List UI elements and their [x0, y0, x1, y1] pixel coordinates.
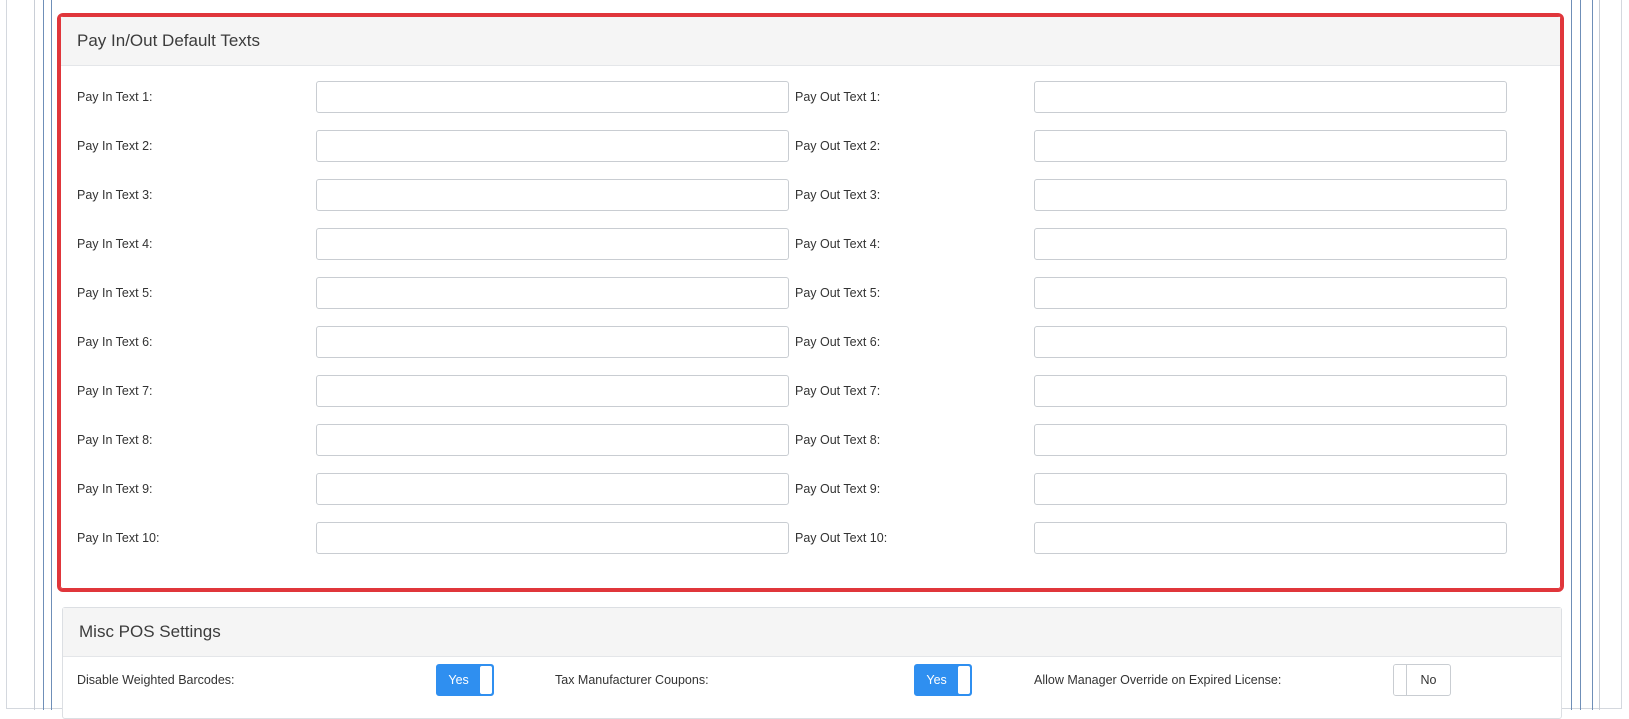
pay-text-row: Pay In Text 10: Pay Out Text 10: [61, 522, 1560, 556]
pay-text-row: Pay In Text 2: Pay Out Text 2: [61, 130, 1560, 164]
pay-text-row: Pay In Text 7: Pay Out Text 7: [61, 375, 1560, 409]
pay-text-row: Pay In Text 9: Pay Out Text 9: [61, 473, 1560, 507]
pay-out-label: Pay Out Text 4: [795, 237, 881, 251]
pay-in-label: Pay In Text 9: [77, 482, 153, 496]
pay-out-label: Pay Out Text 8: [795, 433, 881, 447]
frame-divider [1571, 0, 1572, 710]
pay-out-label: Pay Out Text 6: [795, 335, 881, 349]
misc-setting-toggle[interactable]: No [1393, 664, 1451, 696]
pay-text-row: Pay In Text 8: Pay Out Text 8: [61, 424, 1560, 458]
misc-setting-toggle[interactable]: Yes [436, 664, 494, 696]
misc-setting-label: Disable Weighted Barcodes: [77, 673, 235, 687]
toggle-knob [1394, 665, 1407, 695]
pay-in-text-input[interactable] [316, 326, 789, 358]
misc-setting-label: Tax Manufacturer Coupons: [555, 673, 709, 687]
pay-in-label: Pay In Text 5: [77, 286, 153, 300]
pay-out-label: Pay Out Text 3: [795, 188, 881, 202]
pay-in-text-input[interactable] [316, 473, 789, 505]
pay-out-label: Pay Out Text 9: [795, 482, 881, 496]
pay-text-row: Pay In Text 6: Pay Out Text 6: [61, 326, 1560, 360]
pay-out-text-input[interactable] [1034, 375, 1507, 407]
pay-text-row: Pay In Text 4: Pay Out Text 4: [61, 228, 1560, 262]
pay-out-text-input[interactable] [1034, 130, 1507, 162]
pay-out-text-input[interactable] [1034, 326, 1507, 358]
panel-title: Pay In/Out Default Texts [61, 17, 1560, 66]
pay-in-text-input[interactable] [316, 424, 789, 456]
frame-divider [1592, 0, 1593, 710]
frame-divider [34, 0, 35, 710]
pay-text-row: Pay In Text 5: Pay Out Text 5: [61, 277, 1560, 311]
pay-out-text-input[interactable] [1034, 424, 1507, 456]
misc-pos-settings-panel: Misc POS Settings Disable Weighted Barco… [62, 607, 1562, 719]
toggle-label: Yes [448, 673, 469, 687]
toggle-knob [958, 666, 970, 694]
misc-setting-label: Allow Manager Override on Expired Licens… [1034, 673, 1282, 687]
pay-in-text-input[interactable] [316, 179, 789, 211]
pay-out-label: Pay Out Text 7: [795, 384, 881, 398]
pay-in-label: Pay In Text 10: [77, 531, 160, 545]
frame-divider [1580, 0, 1581, 710]
pay-out-text-input[interactable] [1034, 522, 1507, 554]
pay-in-text-input[interactable] [316, 130, 789, 162]
pay-text-row: Pay In Text 1: Pay Out Text 1: [61, 81, 1560, 115]
pay-in-label: Pay In Text 6: [77, 335, 153, 349]
pay-in-text-input[interactable] [316, 522, 789, 554]
pay-in-label: Pay In Text 7: [77, 384, 153, 398]
toggle-knob [480, 666, 492, 694]
toggle-label: Yes [926, 673, 947, 687]
panel-title: Misc POS Settings [63, 608, 1561, 657]
frame-divider [1599, 0, 1600, 710]
pay-text-row: Pay In Text 3: Pay Out Text 3: [61, 179, 1560, 213]
pay-out-label: Pay Out Text 10: [795, 531, 888, 545]
pay-in-label: Pay In Text 4: [77, 237, 153, 251]
pay-out-label: Pay Out Text 2: [795, 139, 881, 153]
pay-in-label: Pay In Text 3: [77, 188, 153, 202]
frame-divider [51, 0, 52, 710]
misc-setting-toggle[interactable]: Yes [914, 664, 972, 696]
pay-in-label: Pay In Text 8: [77, 433, 153, 447]
pay-in-label: Pay In Text 2: [77, 139, 153, 153]
pay-out-text-input[interactable] [1034, 277, 1507, 309]
pay-out-label: Pay Out Text 1: [795, 90, 881, 104]
pay-out-text-input[interactable] [1034, 81, 1507, 113]
pay-out-text-input[interactable] [1034, 228, 1507, 260]
pay-in-text-input[interactable] [316, 81, 789, 113]
pay-in-out-panel: Pay In/Out Default Texts Pay In Text 1: P… [57, 13, 1564, 592]
pay-in-text-input[interactable] [316, 228, 789, 260]
pay-out-label: Pay Out Text 5: [795, 286, 881, 300]
pay-in-label: Pay In Text 1: [77, 90, 153, 104]
toggle-label: No [1420, 673, 1437, 687]
pay-out-text-input[interactable] [1034, 473, 1507, 505]
pay-in-text-input[interactable] [316, 375, 789, 407]
frame-divider [43, 0, 44, 710]
pay-out-text-input[interactable] [1034, 179, 1507, 211]
pay-in-text-input[interactable] [316, 277, 789, 309]
